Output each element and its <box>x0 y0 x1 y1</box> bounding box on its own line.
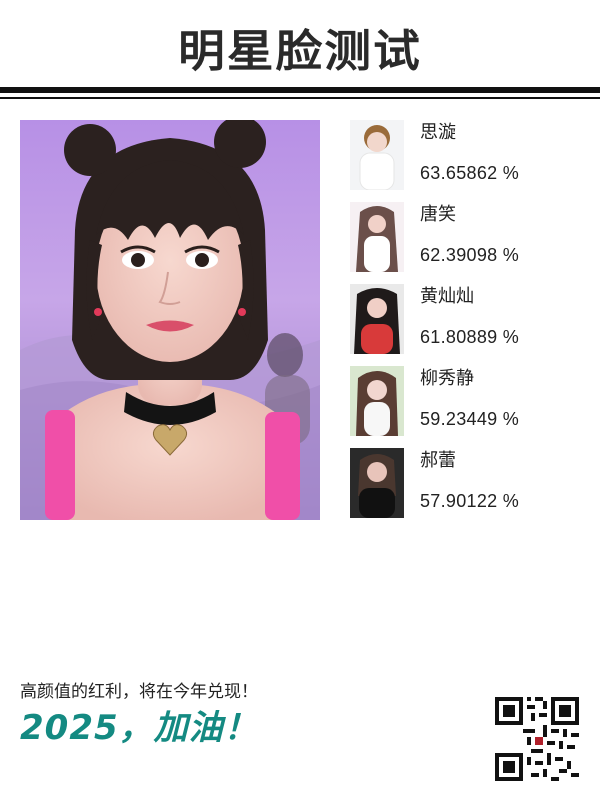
qr-code-graphic <box>495 697 579 781</box>
page-title: 明星脸测试 <box>178 26 422 77</box>
match-thumbnail-3 <box>350 284 404 354</box>
match-name: 唐笑 <box>420 204 456 225</box>
match-result-1[interactable]: 思漩 63.65862 % <box>350 120 590 192</box>
match-thumbnail-2 <box>350 202 404 272</box>
footer-tagline: 高颜值的红利，将在今年兑现！ <box>20 682 258 702</box>
match-percent: 63.65862 % <box>420 163 520 183</box>
qr-code[interactable] <box>495 697 579 781</box>
match-result-4[interactable]: 柳秀静 59.23449 % <box>350 366 590 438</box>
match-name: 黄灿灿 <box>420 286 474 307</box>
match-thumbnail-1 <box>350 120 404 190</box>
match-result-5[interactable]: 郝蕾 57.90122 % <box>350 448 590 520</box>
uploaded-portrait-photo <box>20 120 320 520</box>
match-percent: 61.80889 % <box>420 327 520 347</box>
match-percent: 62.39098 % <box>420 245 520 265</box>
match-thumbnail-5 <box>350 448 404 518</box>
footer-cheer: 2025，加油！ <box>20 708 259 748</box>
match-name: 思漩 <box>420 122 456 143</box>
header-divider-thick <box>0 87 600 93</box>
match-percent: 59.23449 % <box>420 409 520 429</box>
header-divider-thin <box>0 97 600 99</box>
match-percent: 57.90122 % <box>420 491 520 511</box>
match-thumbnail-4 <box>350 366 404 436</box>
match-result-3[interactable]: 黄灿灿 61.80889 % <box>350 284 590 356</box>
portrait-illustration <box>20 120 320 520</box>
match-name: 柳秀静 <box>420 368 474 389</box>
match-result-2[interactable]: 唐笑 62.39098 % <box>350 202 590 274</box>
match-name: 郝蕾 <box>420 450 456 471</box>
